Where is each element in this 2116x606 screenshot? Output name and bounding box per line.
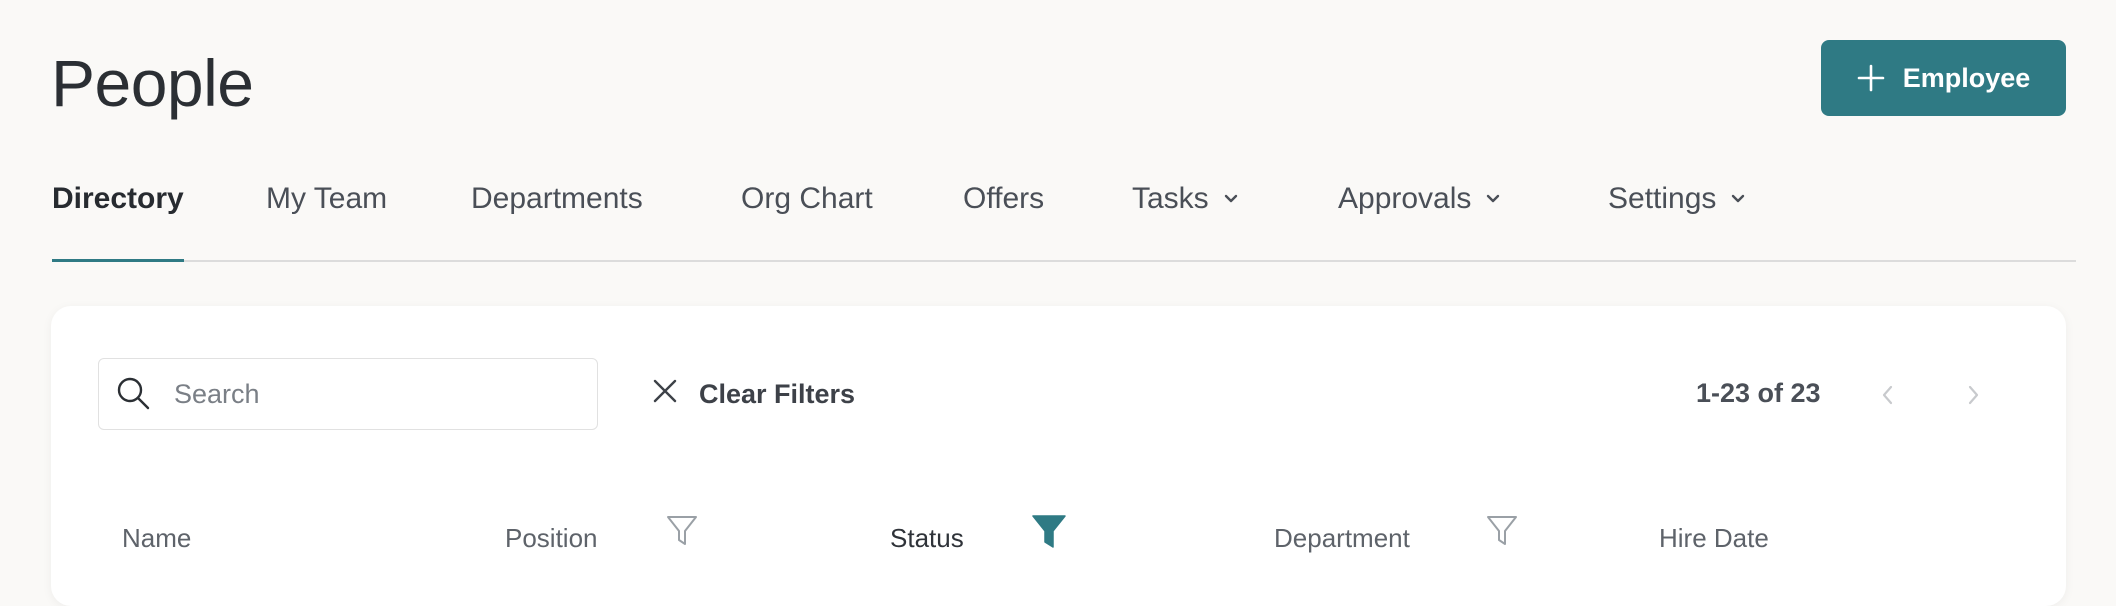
column-label: Department: [1274, 522, 1410, 553]
close-icon: [651, 377, 679, 412]
tab-directory[interactable]: Directory: [52, 182, 184, 262]
chevron-down-icon: [1730, 186, 1746, 220]
tab-offers[interactable]: Offers: [963, 182, 1044, 260]
plus-icon: [1857, 64, 1885, 92]
tab-label: Settings: [1608, 182, 1717, 215]
column-label: Position: [505, 522, 598, 553]
chevron-down-icon: [1485, 186, 1501, 220]
add-employee-button[interactable]: Employee: [1821, 40, 2066, 116]
pagination-count: 1-23 of 23: [1696, 378, 1821, 408]
filter-icon[interactable]: [666, 514, 698, 553]
column-label: Hire Date: [1659, 522, 1769, 553]
chevron-right-icon[interactable]: [1958, 380, 1988, 410]
tab-bar: Directory My Team Departments Org Chart …: [52, 168, 2076, 262]
tab-label: Directory: [52, 182, 184, 215]
column-header-department[interactable]: Department: [1274, 518, 1410, 558]
directory-card: Clear Filters 1-23 of 23 Name Position S…: [51, 306, 2066, 606]
tab-label: Approvals: [1338, 182, 1472, 215]
tab-org-chart[interactable]: Org Chart: [741, 182, 873, 260]
clear-filters-label: Clear Filters: [699, 378, 856, 409]
tab-settings[interactable]: Settings: [1608, 182, 1746, 260]
tab-tasks[interactable]: Tasks: [1132, 182, 1239, 260]
add-employee-label: Employee: [1902, 62, 2031, 93]
tab-label: My Team: [266, 182, 388, 215]
tab-label: Org Chart: [741, 182, 873, 215]
chevron-down-icon: [1223, 186, 1239, 220]
tab-label: Departments: [471, 182, 643, 215]
clear-filters-button[interactable]: Clear Filters: [651, 376, 855, 412]
filter-icon[interactable]: [1486, 514, 1518, 553]
search-input[interactable]: [172, 377, 536, 411]
column-label: Status: [890, 522, 964, 553]
tab-label: Offers: [963, 182, 1045, 215]
column-header-name[interactable]: Name: [122, 518, 191, 558]
column-header-status[interactable]: Status: [890, 518, 964, 558]
search-box: [98, 358, 598, 430]
chevron-left-icon[interactable]: [1873, 380, 1903, 410]
tab-label: Tasks: [1132, 182, 1209, 215]
search-icon: [116, 376, 152, 412]
tab-my-team[interactable]: My Team: [266, 182, 387, 260]
page-title: People: [51, 46, 254, 120]
tab-departments[interactable]: Departments: [471, 182, 643, 260]
tab-approvals[interactable]: Approvals: [1338, 182, 1501, 260]
column-header-position[interactable]: Position: [505, 518, 598, 558]
column-label: Name: [122, 522, 192, 553]
filter-active-icon[interactable]: [1032, 514, 1066, 555]
column-header-hire-date[interactable]: Hire Date: [1659, 518, 1769, 558]
